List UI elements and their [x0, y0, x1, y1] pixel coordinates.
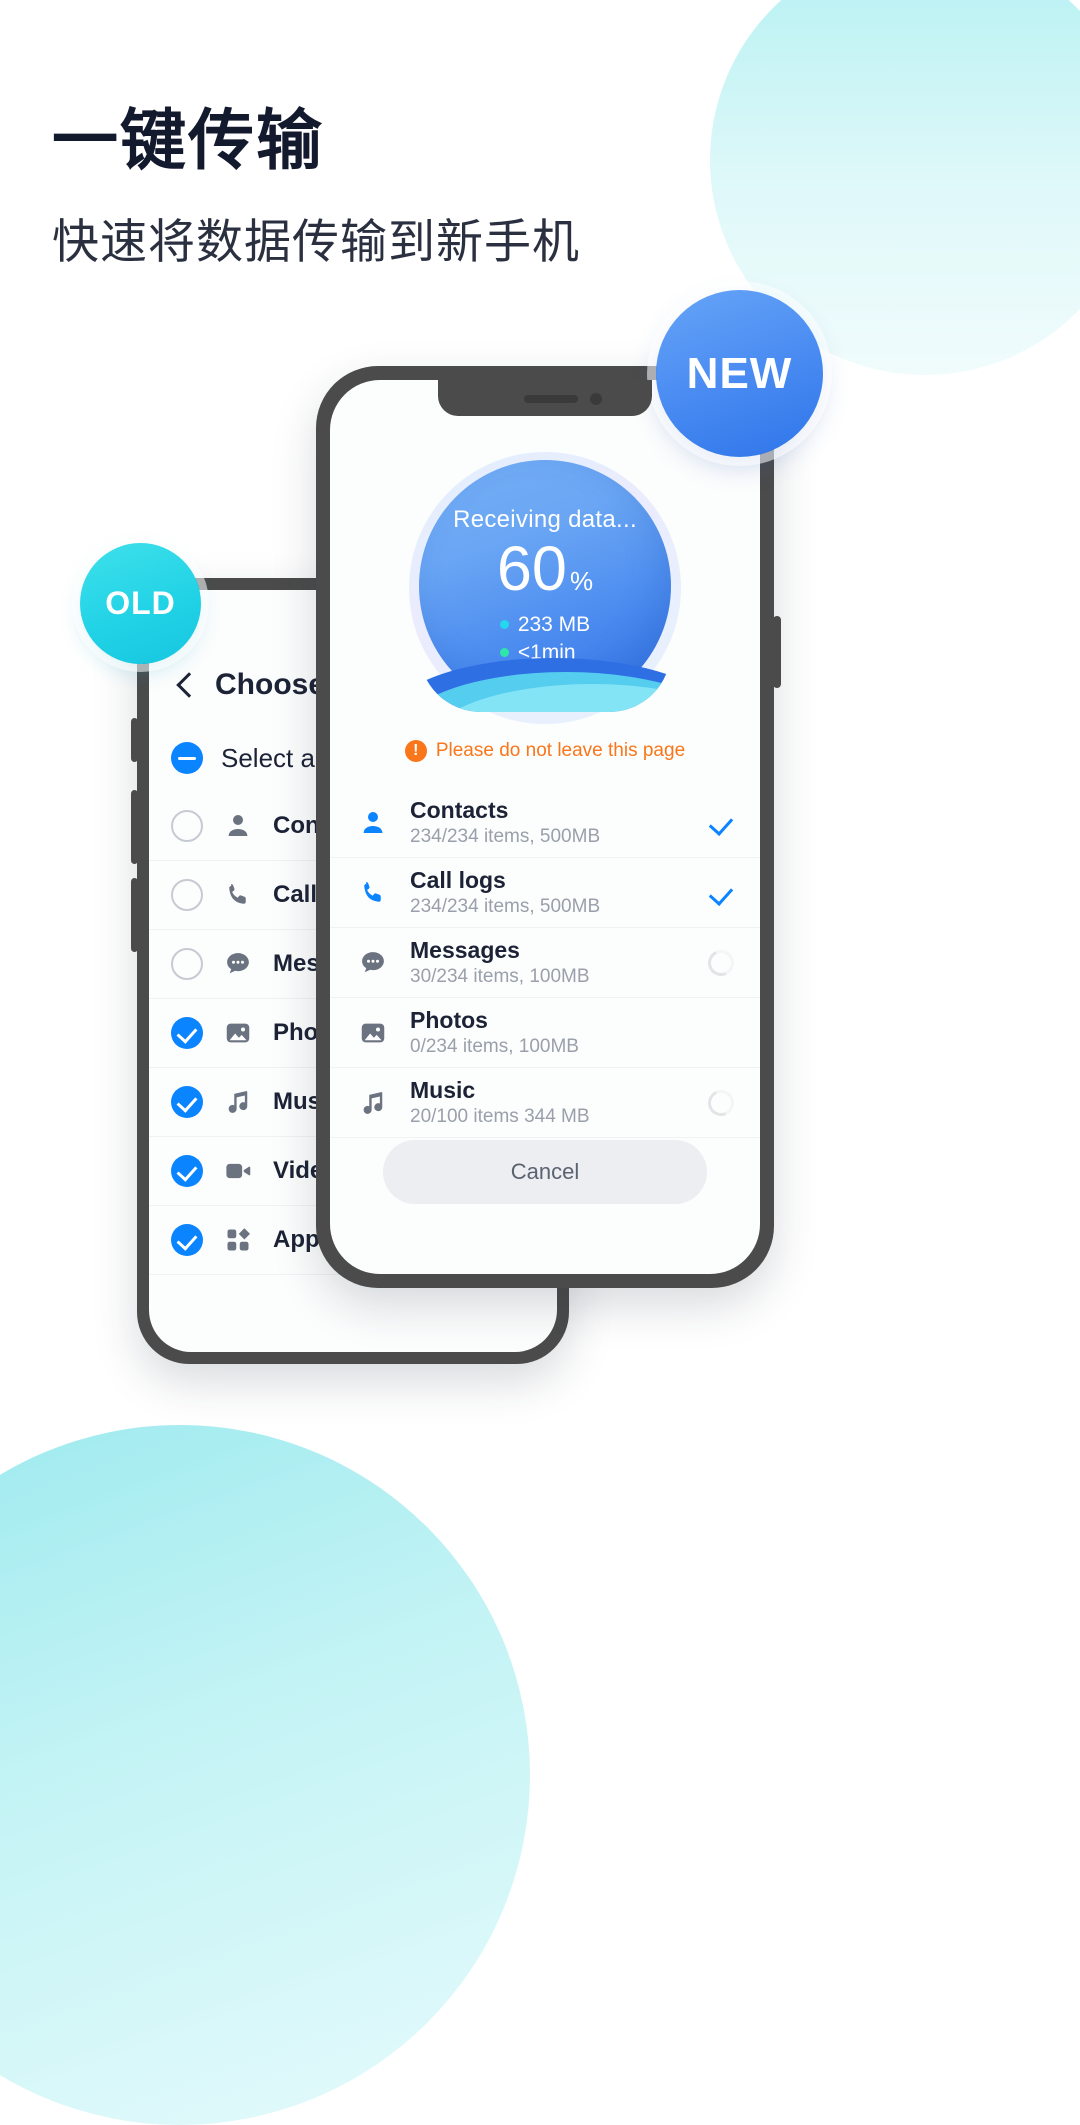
old-item-name: App: [273, 1226, 320, 1253]
loading-spinner-icon: [704, 945, 738, 980]
message-icon: [356, 946, 390, 980]
new-item-name: Messages: [410, 936, 520, 963]
alert-circle-icon: !: [404, 740, 427, 762]
transfer-size-value: 233 MB: [517, 612, 591, 636]
new-list-item: Call logs 234/234 items, 500MB: [330, 858, 760, 928]
warning-banner: ! Please do not leave this page: [330, 740, 760, 762]
check-icon: [708, 810, 734, 836]
phone-power-button: [773, 616, 781, 688]
page-subtitle: 快速将数据传输到新手机: [52, 215, 580, 268]
new-device-badge: NEW: [656, 290, 823, 457]
select-all-label: Select all: [221, 742, 327, 773]
message-icon: [221, 947, 255, 981]
new-item-name: Photos: [410, 1006, 488, 1033]
checkbox-checked-icon[interactable]: [171, 1086, 203, 1118]
checkbox-checked-icon[interactable]: [171, 1224, 203, 1256]
cancel-button[interactable]: Cancel: [383, 1140, 707, 1204]
new-item-detail: 30/234 items, 100MB: [410, 965, 590, 987]
music-icon: [356, 1086, 390, 1120]
phone-volume-down-button: [131, 878, 138, 952]
new-item-detail: 234/234 items, 500MB: [410, 825, 601, 847]
page-title: 一键传输: [52, 103, 324, 177]
progress-percent: 60 %: [496, 533, 594, 604]
transfer-progress-circle: Receiving data... 60 % 233 MB <1min: [409, 452, 681, 724]
new-list-item: Messages 30/234 items, 100MB: [330, 928, 760, 998]
new-item-name: Call logs: [410, 866, 506, 893]
front-camera-icon: [590, 393, 602, 405]
new-list-item: Photos 0/234 items, 100MB: [330, 998, 760, 1068]
progress-ball: Receiving data... 60 % 233 MB <1min: [419, 460, 671, 712]
apps-icon: [221, 1223, 255, 1257]
select-all-row[interactable]: Select all: [171, 742, 327, 774]
progress-percent-value: 60: [496, 533, 567, 604]
checkbox-checked-icon[interactable]: [171, 1017, 203, 1049]
new-item-detail: 20/100 items 344 MB: [410, 1105, 590, 1127]
size-dot-icon: [499, 620, 509, 629]
minus-circle-icon[interactable]: [171, 742, 203, 774]
new-list-item: Contacts 234/234 items, 500MB: [330, 788, 760, 858]
promo-canvas: 一键传输 快速将数据传输到新手机 Choose items Select all…: [0, 0, 1080, 2125]
phone-notch: [438, 380, 652, 416]
loading-spinner-icon: [704, 1085, 738, 1120]
warning-text: Please do not leave this page: [435, 740, 686, 761]
new-item-name: Contacts: [410, 796, 509, 823]
progress-status-text: Receiving data...: [453, 505, 637, 533]
checkbox-empty-icon[interactable]: [171, 948, 203, 980]
background-blob-bottom-left: [0, 1425, 530, 2125]
progress-percent-symbol: %: [569, 565, 594, 596]
phone-icon: [356, 876, 390, 910]
checkbox-empty-icon[interactable]: [171, 810, 203, 842]
checkbox-checked-icon[interactable]: [171, 1155, 203, 1187]
photo-icon: [356, 1016, 390, 1050]
new-item-detail: 0/234 items, 100MB: [410, 1035, 579, 1057]
earpiece-speaker: [524, 395, 578, 403]
new-phone-mockup: Receiving data... 60 % 233 MB <1min ! Pl…: [316, 366, 781, 1288]
new-phone-screen: Receiving data... 60 % 233 MB <1min ! Pl…: [330, 380, 760, 1274]
new-phone-item-list: Contacts 234/234 items, 500MB Call logs 234…: [330, 788, 760, 1138]
checkbox-empty-icon[interactable]: [171, 879, 203, 911]
contacts-icon: [221, 809, 255, 843]
check-icon: [708, 880, 734, 906]
phone-icon: [221, 878, 255, 912]
contacts-icon: [356, 806, 390, 840]
old-device-badge: OLD: [80, 543, 201, 664]
photo-icon: [221, 1016, 255, 1050]
new-item-detail: 234/234 items, 500MB: [410, 895, 601, 917]
phone-volume-up-button: [131, 790, 138, 864]
new-item-name: Music: [410, 1076, 476, 1103]
new-list-item: Music 20/100 items 344 MB: [330, 1068, 760, 1138]
video-icon: [221, 1154, 255, 1188]
phone-side-button: [131, 718, 138, 762]
music-icon: [221, 1085, 255, 1119]
progress-wave-decoration: [419, 650, 671, 712]
chevron-left-icon[interactable]: [171, 672, 197, 698]
transfer-size-stat: 233 MB: [499, 611, 591, 639]
